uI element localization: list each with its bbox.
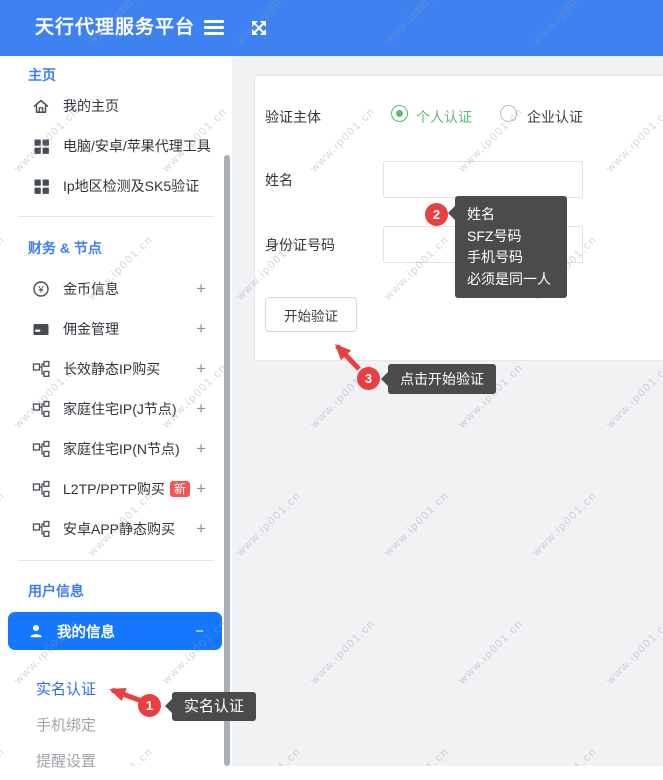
sidebar-item-home-ip-j[interactable]: 家庭住宅IP(J节点) + (0, 389, 232, 429)
sidebar-scrollbar-thumb[interactable] (224, 155, 230, 766)
sidebar-item-label: 家庭住宅IP(N节点) (63, 439, 180, 459)
expand-plus-icon[interactable]: + (196, 479, 206, 499)
id-number-input[interactable] (383, 226, 583, 263)
sidebar-item-home-ip-n[interactable]: 家庭住宅IP(N节点) + (0, 429, 232, 469)
sidebar-item-proxy-tools[interactable]: 电脑/安卓/苹果代理工具 (0, 126, 232, 166)
name-input[interactable] (383, 161, 583, 198)
home-icon (32, 97, 50, 115)
sidebar-subitem-realname-verify[interactable]: 实名认证 (0, 672, 232, 708)
network-nodes-icon (32, 400, 50, 418)
sidebar-item-android-app-static[interactable]: 安卓APP静态购买 + (0, 509, 232, 549)
id-number-label: 身份证号码 (265, 235, 335, 255)
expand-plus-icon[interactable]: + (196, 359, 206, 379)
fullscreen-icon[interactable] (248, 17, 270, 39)
grid-icon (32, 137, 50, 155)
radio-enterprise-verify[interactable] (500, 105, 517, 122)
name-label: 姓名 (265, 170, 293, 190)
sidebar-item-label: 电脑/安卓/苹果代理工具 (63, 136, 211, 156)
sidebar-item-label: 我的信息 (57, 621, 115, 642)
sidebar-submenu: 实名认证 手机绑定 提醒设置 (0, 672, 232, 780)
verification-form-card: 验证主体 个人认证 企业认证 姓名 身份证号码 开始验证 (255, 76, 663, 360)
sidebar-subitem-phone-bind[interactable]: 手机绑定 (0, 708, 232, 744)
network-nodes-icon (32, 520, 50, 538)
radio-personal-verify[interactable] (391, 105, 408, 122)
sidebar-item-label: 佣金管理 (63, 319, 119, 339)
sidebar-section-userinfo: 用户信息 (0, 580, 232, 602)
hamburger-bar (204, 32, 224, 35)
sidebar-subitem-reminder-settings[interactable]: 提醒设置 (0, 744, 232, 780)
sidebar-divider (18, 216, 214, 217)
sidebar-item-static-ip-buy[interactable]: 长效静态IP购买 + (0, 349, 232, 389)
sidebar-item-commission[interactable]: 佣金管理 + (0, 309, 232, 349)
sidebar-section-finance: 财务 & 节点 (0, 237, 232, 259)
hamburger-bar (204, 26, 224, 29)
sidebar-item-ip-check-sk5[interactable]: Ip地区检测及SK5验证 (0, 166, 232, 206)
sidebar-item-l2tp-pptp[interactable]: L2TP/PPTP购买新 + (0, 469, 232, 509)
coin-icon: ¥ (32, 280, 50, 298)
expand-plus-icon[interactable]: + (196, 319, 206, 339)
radio-personal-label[interactable]: 个人认证 (416, 107, 472, 127)
network-nodes-icon (32, 440, 50, 458)
svg-text:¥: ¥ (37, 284, 44, 295)
collapse-minus-icon[interactable]: − (195, 623, 204, 640)
main-content: 验证主体 个人认证 企业认证 姓名 身份证号码 开始验证 (232, 56, 663, 766)
sidebar-section-home: 主页 (0, 64, 232, 86)
hamburger-bar (204, 20, 224, 23)
network-nodes-icon (32, 360, 50, 378)
network-nodes-icon (32, 480, 50, 498)
bank-card-icon (32, 320, 50, 338)
hamburger-menu-icon[interactable] (204, 20, 224, 36)
sidebar-item-label: 安卓APP静态购买 (63, 519, 175, 539)
app-title: 天行代理服务平台 (35, 0, 195, 56)
new-badge: 新 (170, 481, 190, 497)
sidebar-item-label: 金币信息 (63, 279, 119, 299)
sidebar: 主页 我的主页 电脑/安卓/苹果代理工具 Ip地区检测及SK5验证 财务 & 节… (0, 56, 232, 766)
expand-plus-icon[interactable]: + (196, 519, 206, 539)
sidebar-item-label: Ip地区检测及SK5验证 (63, 176, 199, 196)
sidebar-item-my-homepage[interactable]: 我的主页 (0, 86, 232, 126)
user-icon (28, 623, 44, 639)
expand-plus-icon[interactable]: + (196, 439, 206, 459)
sidebar-item-label: 我的主页 (63, 96, 119, 116)
expand-plus-icon[interactable]: + (196, 279, 206, 299)
sidebar-item-label: L2TP/PPTP购买 (63, 479, 165, 499)
radio-enterprise-label[interactable]: 企业认证 (527, 107, 583, 127)
subject-label: 验证主体 (265, 107, 321, 127)
expand-plus-icon[interactable]: + (196, 399, 206, 419)
start-verify-button[interactable]: 开始验证 (265, 297, 357, 332)
sidebar-item-my-info[interactable]: 我的信息 − (8, 612, 222, 650)
sidebar-item-coin-info[interactable]: ¥ 金币信息 + (0, 269, 232, 309)
grid-icon (32, 177, 50, 195)
app-header: 天行代理服务平台 (0, 0, 663, 56)
sidebar-item-label: 家庭住宅IP(J节点) (63, 399, 177, 419)
sidebar-divider (18, 560, 214, 561)
sidebar-item-label: 长效静态IP购买 (63, 359, 160, 379)
